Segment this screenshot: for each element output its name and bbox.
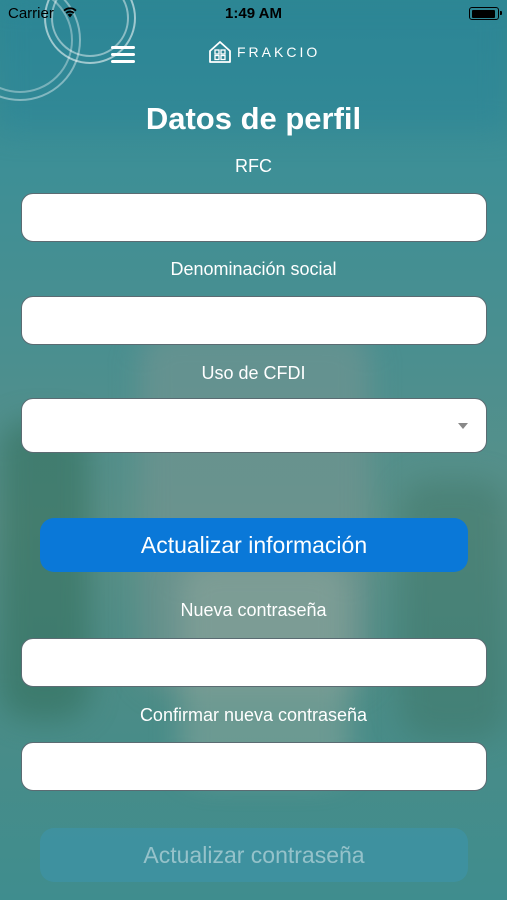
denominacion-label: Denominación social <box>170 259 337 279</box>
new-password-input[interactable] <box>21 638 487 687</box>
uso-cfdi-select[interactable] <box>21 398 487 453</box>
hamburger-menu-icon[interactable] <box>111 46 135 64</box>
rfc-label: RFC <box>235 156 272 176</box>
update-password-button[interactable]: Actualizar contraseña <box>40 828 468 882</box>
battery-icon <box>469 7 502 20</box>
status-time: 1:49 AM <box>225 5 282 22</box>
status-bar: Carrier 1:49 AM <box>0 0 507 28</box>
rfc-input[interactable] <box>21 193 487 242</box>
confirm-password-input[interactable] <box>21 742 487 791</box>
confirm-password-label: Confirmar nueva contraseña <box>139 705 368 725</box>
dropdown-arrow-icon <box>458 423 468 429</box>
new-password-label: Nueva contraseña <box>180 600 327 620</box>
background-building <box>140 330 370 690</box>
uso-cfdi-label: Uso de CFDI <box>201 363 306 383</box>
frakcio-logo: FRAKCIO <box>207 37 320 67</box>
page-title: Datos de perfil <box>145 101 362 136</box>
house-logo-icon <box>209 41 231 63</box>
denominacion-input[interactable] <box>21 296 487 345</box>
update-info-button[interactable]: Actualizar información <box>40 518 468 572</box>
logo-text: FRAKCIO <box>237 44 321 60</box>
